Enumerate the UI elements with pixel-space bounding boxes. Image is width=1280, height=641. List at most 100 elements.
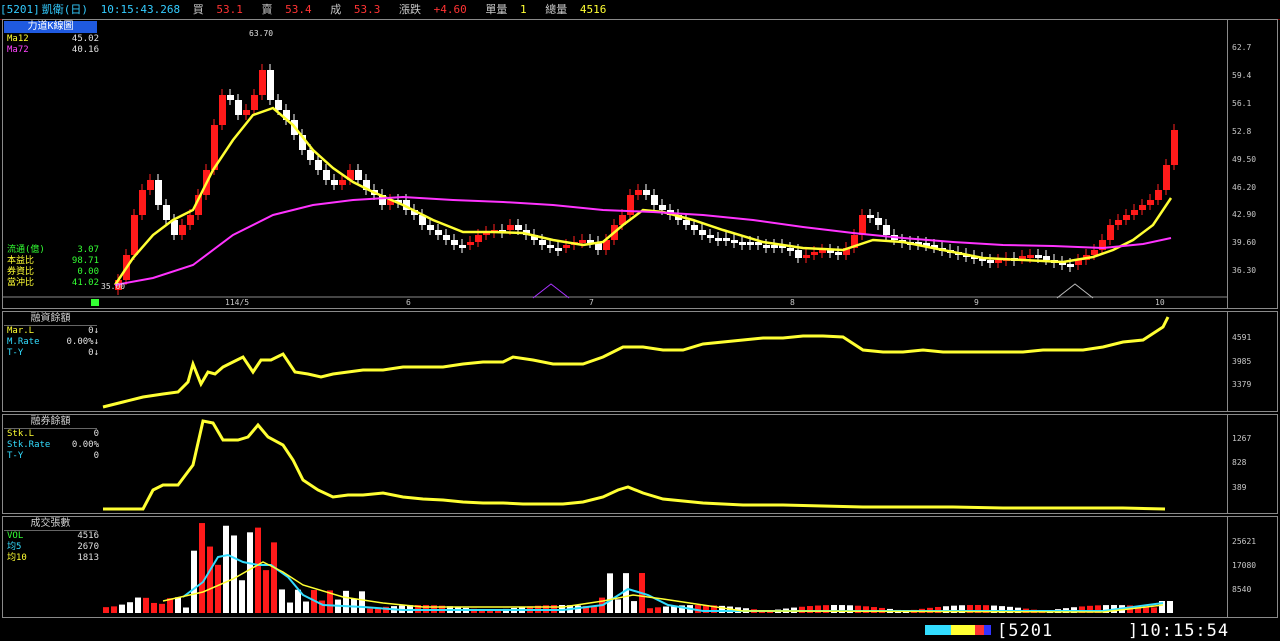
volume-bar (223, 525, 229, 613)
volume-bar (631, 601, 637, 613)
margin-panel[interactable]: 融資餘額 Mar.L 0↓ M.Rate 0.00%↓ T-Y 0↓ (2, 311, 1228, 412)
volume-bar (1167, 601, 1173, 613)
candle (867, 215, 874, 218)
candle (1139, 205, 1146, 210)
candle (1091, 250, 1098, 255)
volume-bar (655, 607, 661, 613)
volume-bar (143, 597, 149, 613)
price-tick: 42.90 (1232, 210, 1257, 219)
candle (819, 250, 826, 253)
candle (1107, 225, 1114, 240)
volume-bar (239, 580, 245, 613)
candle (427, 225, 434, 230)
candle (515, 225, 522, 230)
ma72-label: Ma72 (7, 45, 29, 55)
volume-bar (663, 606, 669, 613)
daytrade-ratio-label: 當沖比 (7, 278, 35, 288)
ma12-value: 45.02 (71, 34, 99, 44)
vol-ma5-value: 2670 (77, 542, 99, 552)
short-ty-value: 0 (93, 451, 99, 461)
price-panel[interactable]: 力道K線圖 Ma12 45.02 Ma72 40.16 流通(億) 3.07 本益比 9… (2, 19, 1228, 309)
volume-bar (191, 550, 197, 613)
candle (1131, 210, 1138, 215)
ma12-label: Ma12 (7, 34, 29, 44)
candle (715, 238, 722, 241)
candle (275, 100, 282, 110)
color-indicator (925, 625, 991, 635)
short-tick: 828 (1232, 458, 1247, 467)
x-tick-oct: 10 (1155, 298, 1165, 307)
margin-panel-title[interactable]: 融資餘額 (4, 313, 97, 326)
status-clock: ]10:15:54 (1128, 621, 1230, 641)
volume-legend: VOL 4516 均5 2670 均10 1813 (7, 531, 99, 564)
candle (707, 235, 714, 238)
vol-label: VOL (7, 531, 24, 541)
candle (435, 230, 442, 235)
volume-panel[interactable]: 成交張數 VOL 4516 均5 2670 均10 1813 (2, 516, 1228, 618)
volume-bar (151, 602, 157, 613)
total-volume-label: 總量 (545, 3, 568, 16)
volume-panel-title[interactable]: 成交張數 (4, 518, 97, 531)
volume-bar (287, 602, 293, 613)
stats-legend: 流通(億) 3.07 本益比 98.71 券資比 0.00 當沖比 41.02 (7, 245, 99, 289)
volume-bar (279, 589, 285, 613)
volume-bar (199, 523, 205, 613)
volume-bar (591, 606, 597, 613)
pe-label: 本益比 (7, 256, 35, 266)
volume-bar (103, 607, 109, 613)
candle (555, 248, 562, 251)
candle (1035, 255, 1042, 258)
short-balance-line (103, 419, 1166, 511)
pe-value: 98.71 (71, 256, 99, 266)
candle (163, 205, 170, 220)
candle (803, 255, 810, 258)
volume-bar (623, 573, 629, 613)
candle (451, 240, 458, 245)
signal-marker (1056, 283, 1094, 299)
short-amount-value: 0 (93, 429, 99, 439)
volume-tick: 17080 (1232, 561, 1257, 570)
short-legend: Stk.L 0 Stk.Rate 0.00% T-Y 0 (7, 429, 99, 462)
short-tick: 1267 (1232, 434, 1252, 443)
price-tick: 59.4 (1232, 71, 1252, 80)
volume-bar (135, 597, 141, 613)
candle (1115, 220, 1122, 225)
candle (771, 245, 778, 248)
stock-code[interactable]: [5201] (0, 3, 40, 16)
change-label: 漲跌 (398, 3, 421, 16)
volume-bar (487, 610, 493, 613)
candlestick-chart[interactable] (3, 20, 1227, 308)
volume-bar (799, 606, 805, 613)
candle (355, 170, 362, 180)
price-tick: 56.1 (1232, 99, 1252, 108)
candle (251, 95, 258, 110)
candle (731, 240, 738, 243)
ma72-value: 40.16 (71, 45, 99, 55)
candle (1171, 130, 1178, 165)
single-volume-label: 單量 (485, 3, 508, 16)
price-tick: 36.30 (1232, 266, 1257, 275)
volume-bar (295, 589, 301, 613)
candle (683, 220, 690, 225)
candle (859, 215, 866, 235)
short-panel-title[interactable]: 融券餘額 (4, 416, 97, 429)
stock-name[interactable]: 凱衛(日) (42, 3, 88, 16)
volume-bar (215, 564, 221, 613)
candle (635, 190, 642, 195)
volume-bar (159, 603, 165, 613)
margin-rate-label: M.Rate (7, 337, 40, 347)
margin-rate-value: 0.00%↓ (66, 337, 99, 347)
candle (547, 245, 554, 248)
buy-price: 53.1 (216, 3, 243, 16)
candle (507, 225, 514, 230)
candle (1019, 256, 1026, 259)
volume-bar (231, 535, 237, 613)
scroll-indicator[interactable] (91, 299, 99, 306)
candle (147, 180, 154, 190)
price-panel-title[interactable]: 力道K線圖 (4, 21, 97, 33)
short-balance-chart (103, 419, 1166, 511)
candle (883, 225, 890, 235)
daytrade-ratio-value: 41.02 (71, 278, 99, 288)
short-panel[interactable]: 融券餘額 Stk.L 0 Stk.Rate 0.00% T-Y 0 (2, 414, 1228, 514)
candle (155, 180, 162, 205)
